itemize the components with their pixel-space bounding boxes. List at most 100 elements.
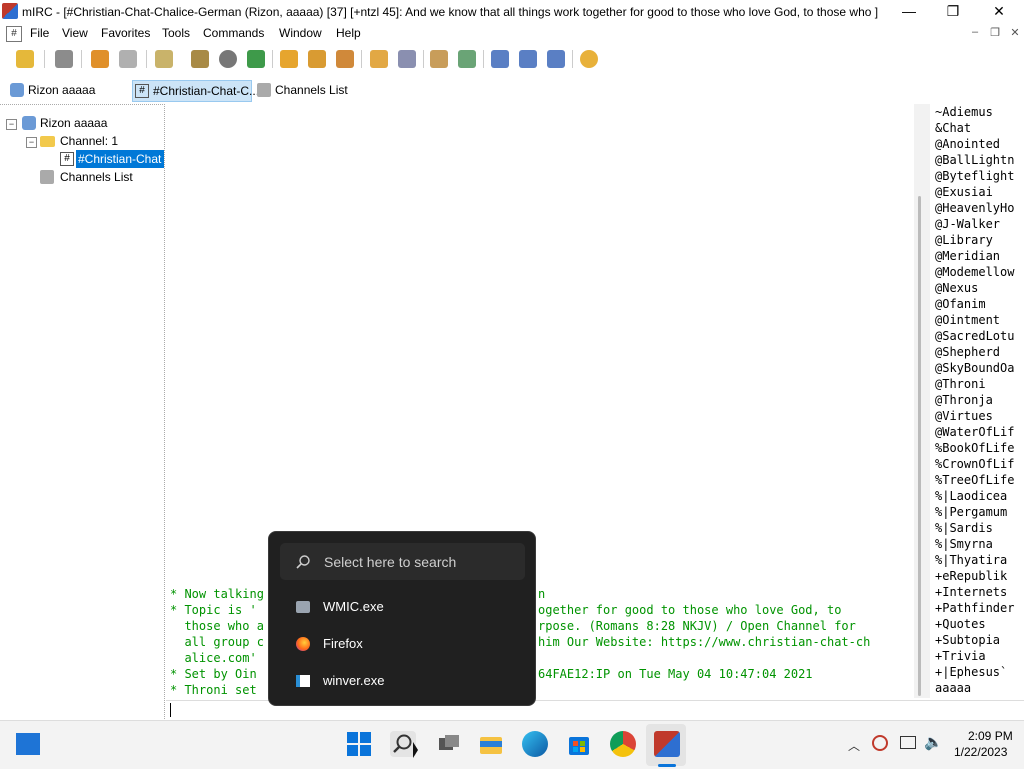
notify-list-icon[interactable] bbox=[398, 50, 416, 68]
update-icon[interactable] bbox=[872, 735, 888, 751]
switch-server-tab[interactable]: Rizon aaaaa bbox=[8, 80, 140, 100]
tree-server[interactable]: Rizon aaaaa bbox=[40, 114, 107, 132]
nick-item[interactable]: +|Ephesus` bbox=[935, 664, 1007, 680]
chat-scrollbar-thumb[interactable] bbox=[918, 196, 921, 696]
menu-view[interactable]: View bbox=[62, 26, 88, 40]
nick-item[interactable]: +Internets bbox=[935, 584, 1007, 600]
nick-item[interactable]: @Meridian bbox=[935, 248, 1000, 264]
favorites-icon[interactable] bbox=[91, 50, 109, 68]
menu-commands[interactable]: Commands bbox=[203, 26, 264, 40]
channels-list-icon[interactable] bbox=[191, 50, 209, 68]
tile-vertical-icon[interactable] bbox=[519, 50, 537, 68]
nick-item[interactable]: ~Adiemus bbox=[935, 104, 993, 120]
tile-horizontal-icon[interactable] bbox=[491, 50, 509, 68]
edge-icon[interactable] bbox=[522, 731, 548, 757]
nick-item[interactable]: %|Laodicea bbox=[935, 488, 1007, 504]
nick-item[interactable]: @SkyBoundOa bbox=[935, 360, 1014, 376]
nick-item[interactable]: aaaaa bbox=[935, 680, 971, 696]
nick-item[interactable]: +eRepublik bbox=[935, 568, 1007, 584]
tree-channels-list[interactable]: Channels List bbox=[60, 168, 133, 186]
chevron-up-icon[interactable]: ︿ bbox=[848, 737, 860, 754]
dcc-chat-icon[interactable] bbox=[308, 50, 326, 68]
organize-favorites-icon[interactable] bbox=[119, 50, 137, 68]
chat-scrollbar[interactable] bbox=[914, 104, 930, 698]
nick-item[interactable]: @HeavenlyHo bbox=[935, 200, 1014, 216]
mdi-close-button[interactable]: ✕ bbox=[1006, 26, 1024, 42]
channel-window-icon[interactable]: # bbox=[6, 26, 22, 42]
received-files-icon[interactable] bbox=[430, 50, 448, 68]
text-caret bbox=[170, 703, 171, 717]
nick-item[interactable]: @Library bbox=[935, 232, 993, 248]
nick-item[interactable]: @Nexus bbox=[935, 280, 978, 296]
nick-item[interactable]: +Pathfinder bbox=[935, 600, 1014, 616]
menu-file[interactable]: File bbox=[30, 26, 49, 40]
switch-channels-list-tab[interactable]: Channels List bbox=[255, 80, 385, 100]
nick-item[interactable]: @Virtues bbox=[935, 408, 993, 424]
nick-item[interactable]: @WaterOfLif bbox=[935, 424, 1014, 440]
options-icon[interactable] bbox=[55, 50, 73, 68]
network-icon[interactable] bbox=[900, 736, 916, 749]
search-result-wmic[interactable]: WMIC.exe bbox=[323, 599, 384, 614]
widgets-icon[interactable] bbox=[16, 733, 40, 755]
task-view-icon[interactable] bbox=[436, 731, 462, 757]
collapse-channel-folder-toggle[interactable]: − bbox=[26, 137, 37, 148]
menu-tools[interactable]: Tools bbox=[162, 26, 190, 40]
nick-item[interactable]: @SacredLotu bbox=[935, 328, 1014, 344]
address-book-icon[interactable] bbox=[155, 50, 173, 68]
collapse-server-toggle[interactable]: − bbox=[6, 119, 17, 130]
search-result-firefox[interactable]: Firefox bbox=[323, 636, 363, 651]
nick-item[interactable]: &Chat bbox=[935, 120, 971, 136]
url-list-icon[interactable] bbox=[458, 50, 476, 68]
tree-channel-folder[interactable]: Channel: 1 bbox=[60, 132, 118, 150]
nick-item[interactable]: %CrownOfLif bbox=[935, 456, 1014, 472]
nick-item[interactable]: %|Smyrna bbox=[935, 536, 993, 552]
clock-date[interactable]: 1/22/2023 bbox=[954, 745, 1007, 759]
menu-favorites[interactable]: Favorites bbox=[101, 26, 150, 40]
nick-item[interactable]: +Trivia bbox=[935, 648, 986, 664]
start-icon[interactable] bbox=[346, 731, 372, 757]
clock-time[interactable]: 2:09 PM bbox=[968, 729, 1013, 743]
nick-item[interactable]: @Throni bbox=[935, 376, 986, 392]
help-icon[interactable] bbox=[580, 50, 598, 68]
nick-item[interactable]: %|Thyatira bbox=[935, 552, 1007, 568]
volume-icon[interactable]: 🔈 bbox=[924, 733, 943, 751]
file-explorer-icon[interactable] bbox=[478, 731, 504, 757]
store-icon[interactable] bbox=[566, 731, 592, 757]
mirc-icon[interactable] bbox=[654, 731, 680, 757]
chrome-icon[interactable] bbox=[610, 731, 636, 757]
mirc-app-icon[interactable] bbox=[2, 3, 18, 19]
nick-item[interactable]: %|Sardis bbox=[935, 520, 993, 536]
nick-item[interactable]: @J-Walker bbox=[935, 216, 1000, 232]
nick-item[interactable]: @Byteflight bbox=[935, 168, 1014, 184]
nick-item[interactable]: @Thronja bbox=[935, 392, 993, 408]
search-result-winver[interactable]: winver.exe bbox=[323, 673, 384, 688]
mdi-restore-button[interactable]: ❐ bbox=[986, 26, 1004, 42]
log-icon[interactable] bbox=[370, 50, 388, 68]
minimize-button[interactable]: — bbox=[886, 0, 932, 24]
menu-help[interactable]: Help bbox=[336, 26, 361, 40]
nick-item[interactable]: @Ofanim bbox=[935, 296, 986, 312]
switch-channel-tab[interactable]: # #Christian-Chat-C... bbox=[132, 80, 259, 102]
nick-item[interactable]: %BookOfLife bbox=[935, 440, 1014, 456]
nick-item[interactable]: %TreeOfLife bbox=[935, 472, 1014, 488]
nick-item[interactable]: @Modemellow bbox=[935, 264, 1014, 280]
close-button[interactable]: ✕ bbox=[976, 0, 1022, 24]
menu-window[interactable]: Window bbox=[279, 26, 322, 40]
nick-item[interactable]: +Subtopia bbox=[935, 632, 1000, 648]
nick-item[interactable]: @Exusiai bbox=[935, 184, 993, 200]
tree-channel-item[interactable]: #Christian-Chat bbox=[76, 150, 164, 168]
cascade-icon[interactable] bbox=[547, 50, 565, 68]
dcc-send-icon[interactable] bbox=[280, 50, 298, 68]
mdi-minimize-button[interactable]: – bbox=[966, 26, 984, 42]
nick-item[interactable]: @Shepherd bbox=[935, 344, 1000, 360]
nick-item[interactable]: %|Pergamum bbox=[935, 504, 1007, 520]
nick-item[interactable]: +Quotes bbox=[935, 616, 986, 632]
nick-item[interactable]: @Anointed bbox=[935, 136, 1000, 152]
scripts-editor-icon[interactable] bbox=[247, 50, 265, 68]
maximize-button[interactable]: ❐ bbox=[930, 0, 976, 24]
timer-icon[interactable] bbox=[219, 50, 237, 68]
connect-icon[interactable] bbox=[16, 50, 34, 68]
dcc-options-icon[interactable] bbox=[336, 50, 354, 68]
nick-item[interactable]: @Ointment bbox=[935, 312, 1000, 328]
nick-item[interactable]: @BallLightn bbox=[935, 152, 1014, 168]
